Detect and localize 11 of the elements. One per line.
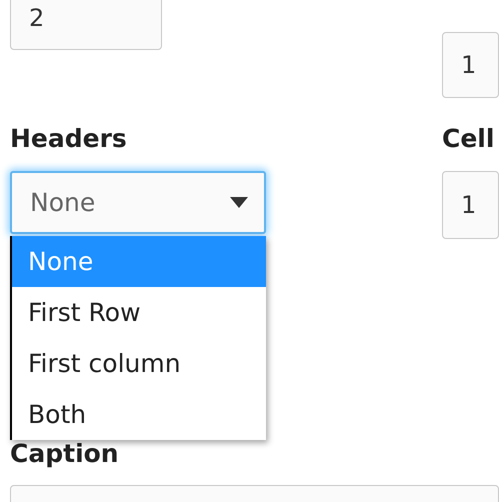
- number-field[interactable]: 1: [442, 32, 499, 98]
- dropdown-option[interactable]: Both: [12, 389, 266, 440]
- dropdown-option[interactable]: First column: [12, 338, 266, 389]
- number-field[interactable]: 2: [10, 0, 162, 50]
- field-label: Headers: [10, 124, 128, 154]
- field-label: Cell: [442, 124, 496, 154]
- field-label: Caption: [10, 439, 120, 469]
- dropdown-option[interactable]: First Row: [12, 287, 266, 338]
- headers-select[interactable]: None: [10, 171, 266, 234]
- number-field[interactable]: 1: [442, 171, 499, 239]
- caret-icon: [230, 197, 248, 208]
